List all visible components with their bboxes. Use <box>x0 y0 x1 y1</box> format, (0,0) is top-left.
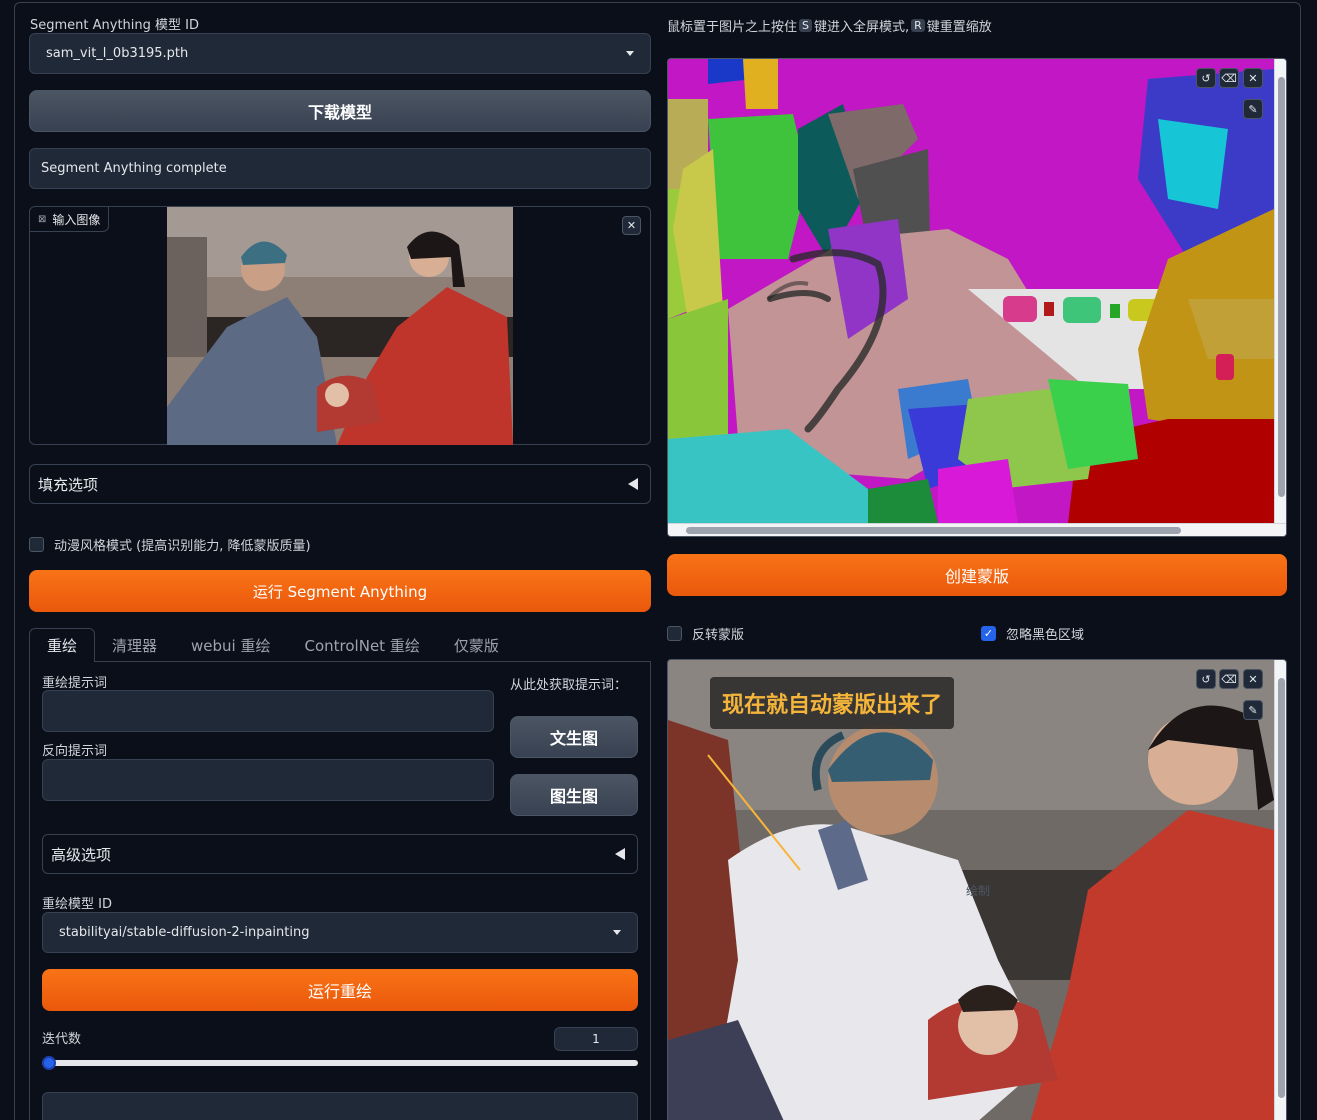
input-photo <box>167 207 513 445</box>
mask-result-canvas[interactable]: 现在就自动蒙版出来了 绘制 ↺ ⌫ ✕ ✎ <box>667 659 1287 1120</box>
fill-options-accordion[interactable]: 填充选项 <box>29 464 651 504</box>
negative-prompt-input[interactable] <box>42 759 494 801</box>
iterations-label: 迭代数 <box>42 1032 82 1047</box>
run-segment-anything-button[interactable]: 运行 Segment Anything <box>29 570 651 612</box>
invert-mask-label: 反转蒙版 <box>692 628 745 643</box>
anime-mode-label: 动漫风格模式 (提高识别能力, 降低蒙版质量) <box>54 539 311 554</box>
img2img-button[interactable]: 图生图 <box>510 774 638 816</box>
hint-key-s: S <box>799 19 812 32</box>
download-model-button[interactable]: 下载模型 <box>29 90 651 132</box>
segmentation-canvas[interactable]: ↺ ⌫ ✕ ✎ <box>667 58 1287 537</box>
hint-part-1: 鼠标置于图片之上按住 <box>667 20 798 35</box>
tab-mask-only[interactable]: 仅蒙版 <box>437 628 516 662</box>
input-image-panel[interactable]: ⊠ 输入图像 ✕ <box>29 206 651 445</box>
tab-cleaner[interactable]: 清理器 <box>95 628 174 662</box>
segmentation-map <box>668 59 1274 523</box>
run-inpaint-button[interactable]: 运行重绘 <box>42 969 638 1011</box>
iterations-number-input[interactable]: 1 <box>554 1027 638 1051</box>
brush-icon[interactable]: ✎ <box>1243 99 1263 119</box>
close-icon[interactable]: ✕ <box>1243 68 1263 88</box>
hint-part-3: 键重置缩放 <box>926 20 992 35</box>
tab-inpaint[interactable]: 重绘 <box>29 628 96 662</box>
advanced-options-label: 高级选项 <box>51 845 112 864</box>
tab-bar: 重绘 清理器 webui 重绘 ControlNet 重绘 仅蒙版 <box>29 628 516 662</box>
model-select[interactable]: sam_vit_l_0b3195.pth <box>29 33 651 74</box>
anime-mode-checkbox[interactable] <box>29 537 44 552</box>
txt2img-button[interactable]: 文生图 <box>510 716 638 758</box>
iterations-slider-thumb[interactable] <box>42 1056 56 1070</box>
ignore-black-checkbox[interactable]: ✓ <box>981 626 996 641</box>
eraser-icon[interactable]: ⌫ <box>1219 669 1239 689</box>
vertical-scrollbar[interactable] <box>1274 59 1286 523</box>
create-mask-button[interactable]: 创建蒙版 <box>667 554 1287 596</box>
tab-webui-inpaint[interactable]: webui 重绘 <box>174 628 287 662</box>
ignore-black-row[interactable]: ✓ 忽略黑色区域 <box>981 624 1084 643</box>
vertical-scrollbar-thumb[interactable] <box>1278 77 1285 497</box>
get-prompt-label: 从此处获取提示词： <box>510 678 628 693</box>
inpaint-model-label: 重绘模型 ID <box>42 897 112 912</box>
invert-mask-row[interactable]: 反转蒙版 <box>667 624 744 643</box>
model-id-label: Segment Anything 模型 ID <box>30 18 200 33</box>
inpaint-model-select[interactable]: stabilityai/stable-diffusion-2-inpaintin… <box>42 912 638 953</box>
chevron-down-icon <box>613 930 621 935</box>
hint-key-r: R <box>911 19 925 32</box>
negative-prompt-label: 反向提示词 <box>42 744 108 759</box>
app-root: Segment Anything 模型 ID sam_vit_l_0b3195.… <box>0 0 1317 1120</box>
fill-options-label: 填充选项 <box>38 475 99 494</box>
fullscreen-hint: 鼠标置于图片之上按住 S 键进入全屏模式, R 键重置缩放 <box>667 16 992 35</box>
horizontal-scrollbar[interactable] <box>668 523 1286 536</box>
vertical-scrollbar[interactable] <box>1274 660 1286 1120</box>
extra-text-input[interactable] <box>42 1092 638 1120</box>
model-select-value: sam_vit_l_0b3195.pth <box>46 46 189 61</box>
eraser-icon[interactable]: ⌫ <box>1219 68 1239 88</box>
video-caption: 现在就自动蒙版出来了 <box>710 677 955 729</box>
undo-icon[interactable]: ↺ <box>1196 68 1216 88</box>
inpaint-prompt-label: 重绘提示词 <box>42 676 108 691</box>
undo-icon[interactable]: ↺ <box>1196 669 1216 689</box>
input-image-tag: ⊠ 输入图像 <box>30 207 110 232</box>
tab-panel-top-border <box>95 661 651 662</box>
brush-icon[interactable]: ✎ <box>1243 700 1263 720</box>
anime-mode-row[interactable]: 动漫风格模式 (提高识别能力, 降低蒙版质量) <box>29 535 311 554</box>
collapse-triangle-icon <box>628 478 638 490</box>
status-text: Segment Anything complete <box>41 161 227 176</box>
hint-part-2: 键进入全屏模式, <box>814 20 910 35</box>
inpaint-model-value: stabilityai/stable-diffusion-2-inpaintin… <box>59 925 310 940</box>
inpaint-prompt-input[interactable] <box>42 690 494 732</box>
input-image-label: 输入图像 <box>52 212 101 227</box>
horizontal-scrollbar-thumb[interactable] <box>686 527 1181 534</box>
collapse-triangle-icon <box>615 848 625 860</box>
advanced-options-accordion[interactable]: 高级选项 <box>42 834 638 874</box>
ignore-black-label: 忽略黑色区域 <box>1006 628 1085 643</box>
close-icon[interactable]: ✕ <box>622 216 641 235</box>
draw-label: 绘制 <box>966 884 991 898</box>
status-box: Segment Anything complete <box>29 148 651 189</box>
tab-controlnet-inpaint[interactable]: ControlNet 重绘 <box>288 628 437 662</box>
chevron-down-icon <box>626 51 634 56</box>
close-icon[interactable]: ✕ <box>1243 669 1263 689</box>
invert-mask-checkbox[interactable] <box>667 626 682 641</box>
iterations-slider-track[interactable] <box>42 1060 638 1066</box>
vertical-scrollbar-thumb[interactable] <box>1278 678 1285 1098</box>
image-icon: ⊠ <box>38 213 47 225</box>
